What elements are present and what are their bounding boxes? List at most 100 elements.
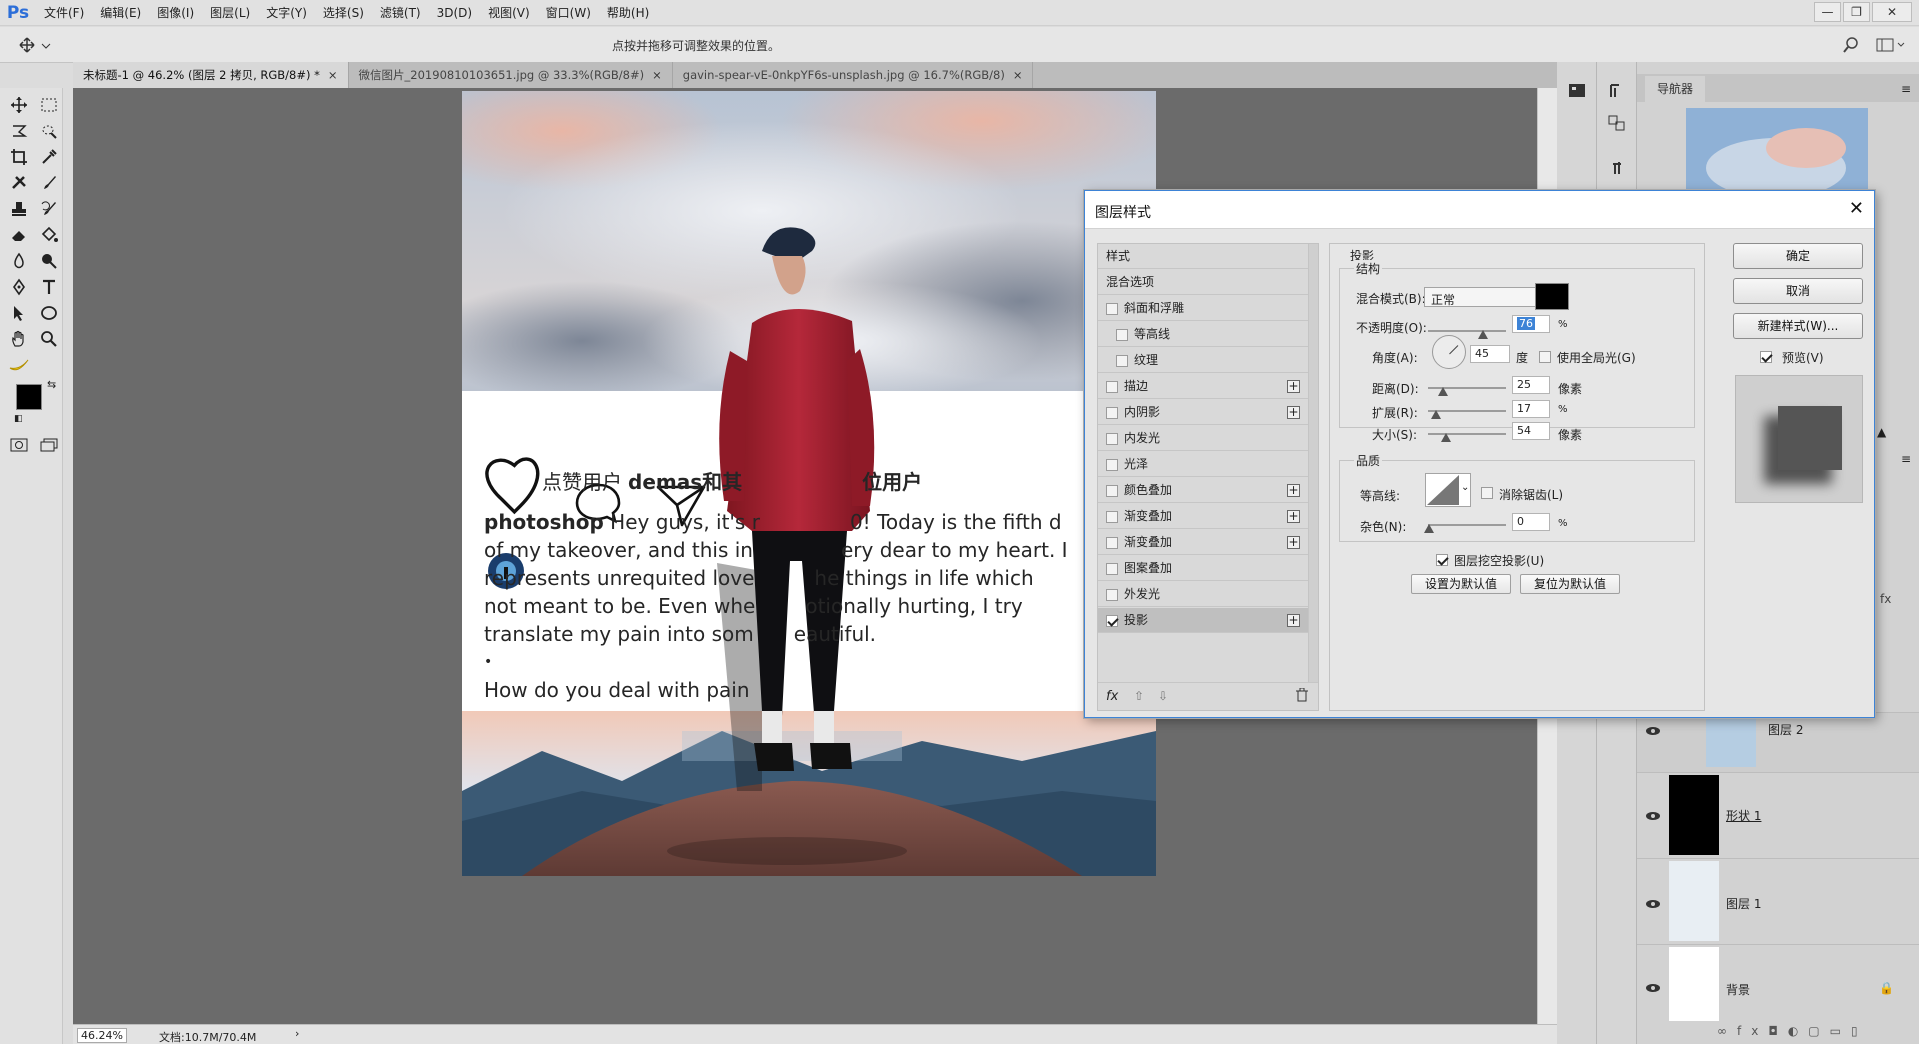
menu-layer[interactable]: 图层(L)	[202, 0, 258, 26]
size-slider-thumb[interactable]	[1441, 433, 1451, 442]
style-item[interactable]: 斜面和浮雕	[1098, 296, 1308, 321]
style-item-drop-shadow[interactable]: 投影 +	[1098, 608, 1308, 633]
layer-row[interactable]: 图层 2	[1637, 712, 1919, 772]
reset-default-button[interactable]: 复位为默认值	[1520, 574, 1620, 594]
fx-icon[interactable]: fx	[1106, 689, 1118, 704]
style-item[interactable]: 光泽	[1098, 452, 1308, 477]
style-item[interactable]: 内发光	[1098, 426, 1308, 451]
style-checkbox[interactable]	[1106, 589, 1118, 601]
history-brush-icon[interactable]	[38, 198, 60, 220]
eraser-tool-icon[interactable]	[8, 224, 30, 246]
tab-navigator[interactable]: 导航器	[1645, 76, 1706, 102]
layers-menu-icon[interactable]: ≡	[1901, 452, 1911, 466]
panel-menu-icon[interactable]: ≡	[1901, 82, 1911, 96]
style-checkbox[interactable]	[1116, 329, 1128, 341]
path-select-icon[interactable]	[8, 302, 30, 324]
angle-input[interactable]: 45	[1470, 345, 1510, 363]
dialog-close-icon[interactable]: ✕	[1849, 199, 1864, 219]
tab-wechat-image[interactable]: 微信图片_20190810103651.jpg @ 33.3%(RGB/8#) ×	[349, 62, 673, 88]
search-icon[interactable]	[1842, 36, 1860, 57]
style-checkbox[interactable]	[1106, 485, 1118, 497]
menu-edit[interactable]: 编辑(E)	[92, 0, 149, 26]
distance-input[interactable]: 25	[1512, 376, 1550, 394]
menu-view[interactable]: 视图(V)	[480, 0, 538, 26]
close-tab-icon[interactable]: ×	[328, 68, 338, 82]
add-style-icon[interactable]: +	[1287, 510, 1300, 523]
history-icon[interactable]	[1607, 82, 1627, 103]
add-style-icon[interactable]: +	[1287, 380, 1300, 393]
style-item[interactable]: 颜色叠加 +	[1098, 478, 1308, 503]
move-up-icon[interactable]: ⇧	[1134, 689, 1144, 703]
size-input[interactable]: 54	[1512, 422, 1550, 440]
healing-tool-icon[interactable]	[8, 172, 30, 194]
style-checkbox[interactable]	[1116, 355, 1128, 367]
menu-3d[interactable]: 3D(D)	[429, 0, 480, 26]
visibility-eye-icon[interactable]	[1645, 726, 1661, 736]
hand-tool-icon[interactable]	[8, 328, 30, 350]
style-item[interactable]: 渐变叠加 +	[1098, 504, 1308, 529]
global-light-checkbox[interactable]	[1539, 351, 1551, 363]
quick-mask-icon[interactable]	[8, 434, 30, 456]
style-checkbox[interactable]	[1106, 563, 1118, 575]
add-style-icon[interactable]: +	[1287, 614, 1300, 627]
move-down-icon[interactable]: ⇩	[1158, 689, 1168, 703]
close-tab-icon[interactable]: ×	[1013, 68, 1023, 82]
noise-input[interactable]: 0	[1512, 513, 1550, 531]
style-item[interactable]: 渐变叠加 +	[1098, 530, 1308, 555]
blend-options-item[interactable]: 混合选项	[1098, 270, 1308, 295]
distance-slider-thumb[interactable]	[1438, 387, 1448, 396]
collapse-arrow-icon[interactable]: ▲	[1877, 425, 1886, 439]
tab-untitled-1[interactable]: 未标题-1 @ 46.2% (图层 2 拷贝, RGB/8#) * ×	[73, 62, 349, 88]
angle-dial[interactable]	[1432, 335, 1466, 369]
antialias-checkbox[interactable]	[1481, 487, 1493, 499]
visibility-eye-icon[interactable]	[1645, 983, 1661, 993]
screen-mode-icon[interactable]	[38, 434, 60, 456]
minimize-button[interactable]: —	[1814, 2, 1841, 22]
status-arrow-icon[interactable]: ›	[295, 1027, 299, 1040]
knockout-checkbox[interactable]	[1436, 554, 1448, 566]
brush-tool-icon[interactable]	[38, 172, 60, 194]
type-tool-icon[interactable]	[38, 276, 60, 298]
layer-name[interactable]: 背景	[1726, 981, 1750, 998]
menu-help[interactable]: 帮助(H)	[599, 0, 657, 26]
move-tool-icon[interactable]	[8, 94, 30, 116]
blur-tool-icon[interactable]	[8, 250, 30, 272]
workspace-icon[interactable]	[1876, 37, 1906, 56]
make-default-button[interactable]: 设置为默认值	[1411, 574, 1511, 594]
style-checkbox[interactable]	[1106, 615, 1118, 627]
shadow-color-swatch[interactable]	[1535, 283, 1569, 310]
noise-slider[interactable]	[1428, 524, 1506, 526]
opacity-slider-thumb[interactable]	[1478, 330, 1488, 339]
style-checkbox[interactable]	[1106, 433, 1118, 445]
canvas[interactable]: 点赞用户 demas和其 位用户 photoshop Hey guys, it's …	[462, 91, 1156, 876]
spread-input[interactable]: 17	[1512, 400, 1550, 418]
layers-footer-icons[interactable]: ∞fx◘◐▢▭▯	[1717, 1024, 1917, 1042]
layer-name[interactable]: 图层 2	[1768, 721, 1803, 738]
move-tool-preset-icon[interactable]	[18, 36, 54, 57]
close-tab-icon[interactable]: ×	[652, 68, 662, 82]
properties-icon[interactable]	[1607, 114, 1627, 135]
zoom-tool-icon[interactable]	[38, 328, 60, 350]
add-style-icon[interactable]: +	[1287, 536, 1300, 549]
layer-row[interactable]: 图层 1	[1637, 858, 1919, 944]
pen-tool-icon[interactable]	[8, 276, 30, 298]
opacity-input[interactable]: 76	[1512, 315, 1550, 333]
contour-picker[interactable]: ⌄	[1425, 473, 1471, 507]
style-item[interactable]: 内阴影 +	[1098, 400, 1308, 425]
quick-select-icon[interactable]	[38, 120, 60, 142]
style-item[interactable]: 等高线	[1098, 322, 1308, 347]
style-item[interactable]: 描边 +	[1098, 374, 1308, 399]
style-checkbox[interactable]	[1106, 537, 1118, 549]
zoom-level[interactable]: 46.24%	[77, 1028, 127, 1043]
preview-checkbox[interactable]	[1760, 351, 1772, 363]
delete-icon[interactable]	[1296, 687, 1308, 705]
menu-window[interactable]: 窗口(W)	[538, 0, 599, 26]
noise-slider-thumb[interactable]	[1424, 524, 1434, 533]
visibility-eye-icon[interactable]	[1645, 899, 1661, 909]
add-style-icon[interactable]: +	[1287, 484, 1300, 497]
banana-icon[interactable]	[8, 354, 30, 376]
ok-button[interactable]: 确定	[1733, 243, 1863, 269]
style-checkbox[interactable]	[1106, 511, 1118, 523]
style-checkbox[interactable]	[1106, 407, 1118, 419]
crop-tool-icon[interactable]	[8, 146, 30, 168]
